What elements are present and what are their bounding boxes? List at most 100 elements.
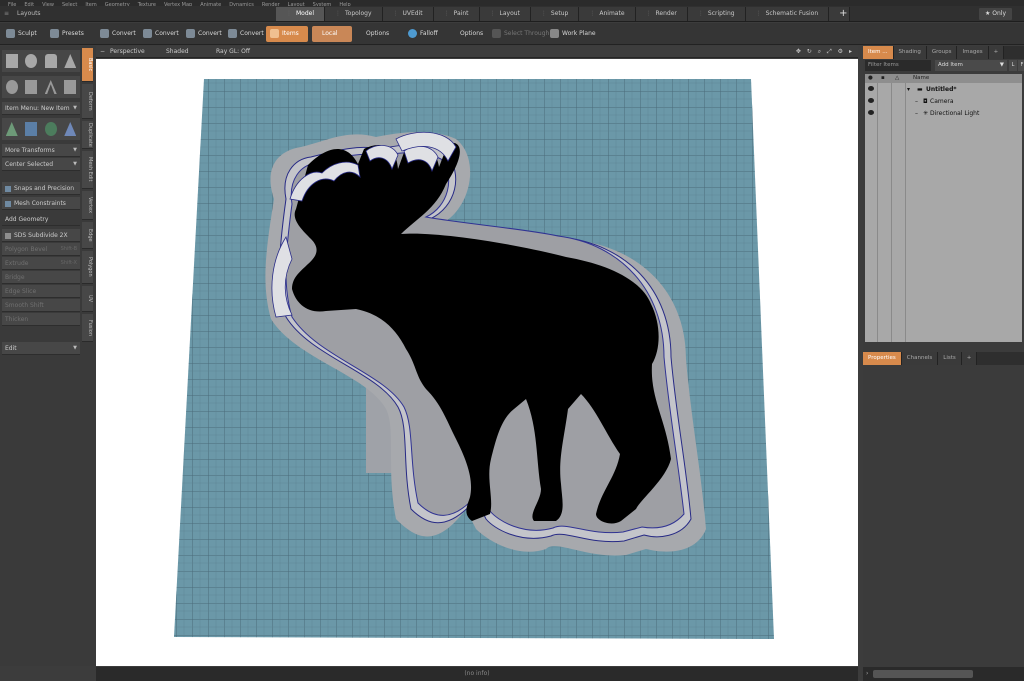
prop-tab-2[interactable]: Lists xyxy=(938,352,962,365)
falloff-button[interactable]: Falloff xyxy=(404,26,438,42)
sds-subdivide-button[interactable]: SDS Subdivide 2X xyxy=(2,229,80,242)
add-item-dropdown[interactable]: Add Item ▼ xyxy=(935,60,1007,71)
cone-icon[interactable] xyxy=(64,54,77,68)
convert-button-2[interactable]: Convert xyxy=(139,26,179,42)
prop-tab-1[interactable]: Channels xyxy=(901,352,939,365)
more-transforms-dropdown[interactable]: More Transforms ▼ xyxy=(2,144,80,157)
toolbox-tab-vertex[interactable]: Vertex xyxy=(82,191,93,220)
toolbox-tab-mesh-edit[interactable]: Mesh Edit xyxy=(82,151,93,189)
more-transforms-label: More Transforms xyxy=(5,147,55,154)
snaps-button[interactable]: Snaps and Precision xyxy=(2,182,80,195)
raygl-toggle[interactable]: Ray GL: Off xyxy=(216,48,250,55)
extrude-button[interactable]: Extrude Shift-X xyxy=(2,257,80,270)
layouts-menu[interactable]: ≡ Layouts xyxy=(4,10,41,17)
tab-schematic-fusion[interactable]: ⋮ Schematic Fusion xyxy=(745,7,830,21)
tab-topology[interactable]: ⋮ Topology xyxy=(325,7,383,21)
select-through-button[interactable]: Select Through xyxy=(488,26,549,42)
tab-model[interactable]: ⋮ Model xyxy=(276,7,326,21)
transform-icon[interactable] xyxy=(64,122,77,136)
command-input[interactable] xyxy=(873,670,973,678)
toolbox-tab-edge[interactable]: Edge xyxy=(82,222,93,249)
f-button[interactable]: F xyxy=(1018,60,1024,71)
prop-tab-3[interactable]: + xyxy=(961,352,978,365)
prop-tab-0[interactable]: Properties xyxy=(863,352,902,365)
local-button[interactable]: Local xyxy=(312,26,352,42)
right-tab-3[interactable]: Images xyxy=(957,46,989,59)
sculpt-button[interactable]: Sculpt xyxy=(2,26,37,42)
items-button[interactable]: Items xyxy=(266,26,308,42)
only-toggle[interactable]: ★ Only xyxy=(978,8,1012,20)
viewport-menu-icon[interactable]: − xyxy=(100,48,105,55)
toolbox-tab-duplicate[interactable]: Duplicate xyxy=(82,121,93,149)
shading-mode[interactable]: Shaded xyxy=(166,48,189,55)
scale-icon[interactable] xyxy=(44,122,57,136)
tab-setup[interactable]: ⋮ Setup xyxy=(530,7,580,21)
mesh-constraints-button[interactable]: Mesh Constraints xyxy=(2,197,80,210)
eye-icon[interactable] xyxy=(868,98,874,103)
tab-layout[interactable]: ⋮ Layout xyxy=(479,7,531,21)
rotate-icon[interactable] xyxy=(25,122,38,136)
chevron-down-icon: ▼ xyxy=(73,105,77,111)
add-geometry-header[interactable]: Add Geometry xyxy=(2,213,80,226)
tree-item-camera[interactable]: – ◘ Camera xyxy=(865,95,1022,107)
convert-button-3[interactable]: Convert xyxy=(182,26,222,42)
item-menu-dropdown[interactable]: Item Menu: New Item ▼ xyxy=(2,102,80,115)
thicken-button[interactable]: Thicken xyxy=(2,313,80,326)
polygon-bevel-button[interactable]: Polygon Bevel Shift-B xyxy=(2,243,80,256)
viewport-nav-icons[interactable]: ✥ ↻ ⌕ ⤢ ⚙ ▸ xyxy=(796,48,854,56)
edit-dropdown[interactable]: Edit ▼ xyxy=(2,342,80,355)
right-tab-0[interactable]: Item ... xyxy=(863,46,894,59)
right-tab-2[interactable]: Groups xyxy=(926,46,958,59)
eye-icon[interactable] xyxy=(868,86,874,91)
snaps-label: Snaps and Precision xyxy=(14,185,75,192)
sphere-icon[interactable] xyxy=(25,54,38,68)
curve-icon[interactable] xyxy=(44,80,57,94)
tab-render[interactable]: ⋮ Render xyxy=(635,7,688,21)
move-icon[interactable] xyxy=(5,122,18,136)
name-column-header[interactable]: Name xyxy=(913,75,929,81)
tree-item-light[interactable]: – ✳ Directional Light xyxy=(865,107,1022,119)
add-geometry-label: Add Geometry xyxy=(5,216,49,223)
toolbox-tab-deform[interactable]: Deform xyxy=(82,84,93,119)
l-button[interactable]: L xyxy=(1009,60,1017,71)
convert-icon xyxy=(100,29,109,38)
eye-icon[interactable] xyxy=(868,110,874,115)
tab-scripting[interactable]: ⋮ Scripting xyxy=(687,7,746,21)
tab-uvedit[interactable]: ⋮ UVEdit xyxy=(382,7,434,21)
edit-label: Edit xyxy=(5,345,17,352)
work-plane-button[interactable]: Work Plane xyxy=(546,26,596,42)
toolbox-tab-fusion[interactable]: Fusion xyxy=(82,314,93,342)
bridge-button[interactable]: Bridge xyxy=(2,271,80,284)
filter-items-input[interactable]: Filter Items xyxy=(865,60,931,71)
smooth-shift-button[interactable]: Smooth Shift xyxy=(2,299,80,312)
layouts-label: Layouts xyxy=(17,10,41,17)
cube-icon[interactable] xyxy=(5,54,18,68)
options-button-1[interactable]: Options xyxy=(362,26,389,42)
3d-viewport[interactable] xyxy=(96,59,858,666)
torus-icon[interactable] xyxy=(5,80,18,94)
edge-slice-button[interactable]: Edge Slice xyxy=(2,285,80,298)
view-type[interactable]: Perspective xyxy=(110,48,145,55)
tab-paint[interactable]: ⋮ Paint xyxy=(433,7,480,21)
toolbox-tab-basic[interactable]: Basic xyxy=(82,48,93,82)
text-icon[interactable] xyxy=(64,80,77,94)
center-selected-dropdown[interactable]: Center Selected ▼ xyxy=(2,158,80,171)
expand-arrow-icon[interactable]: ▾ xyxy=(907,86,910,93)
add-item-label: Add Item xyxy=(938,62,963,68)
toolbox-tab-polygon[interactable]: Polygon xyxy=(82,251,93,284)
add-tab-icon[interactable]: + xyxy=(829,7,851,21)
cylinder-icon[interactable] xyxy=(44,54,57,68)
pen-icon[interactable] xyxy=(25,80,38,94)
tab-animate[interactable]: ⋮ Animate xyxy=(579,7,636,21)
tab-handle-icon: ⋮ xyxy=(589,10,596,17)
right-tab-4[interactable]: + xyxy=(988,46,1005,59)
scene-icon: ▬ xyxy=(917,86,923,93)
convert-button-1[interactable]: Convert xyxy=(96,26,136,42)
tree-item-scene[interactable]: ▾ ▬ Untitled* xyxy=(865,83,1022,95)
presets-button[interactable]: Presets xyxy=(46,26,84,42)
tab-label: Render xyxy=(655,10,677,17)
toolbox-tab-uv[interactable]: UV xyxy=(82,286,93,312)
options-button-2[interactable]: Options xyxy=(456,26,483,42)
convert-button-4[interactable]: Convert xyxy=(224,26,264,42)
right-tab-1[interactable]: Shading xyxy=(893,46,927,59)
